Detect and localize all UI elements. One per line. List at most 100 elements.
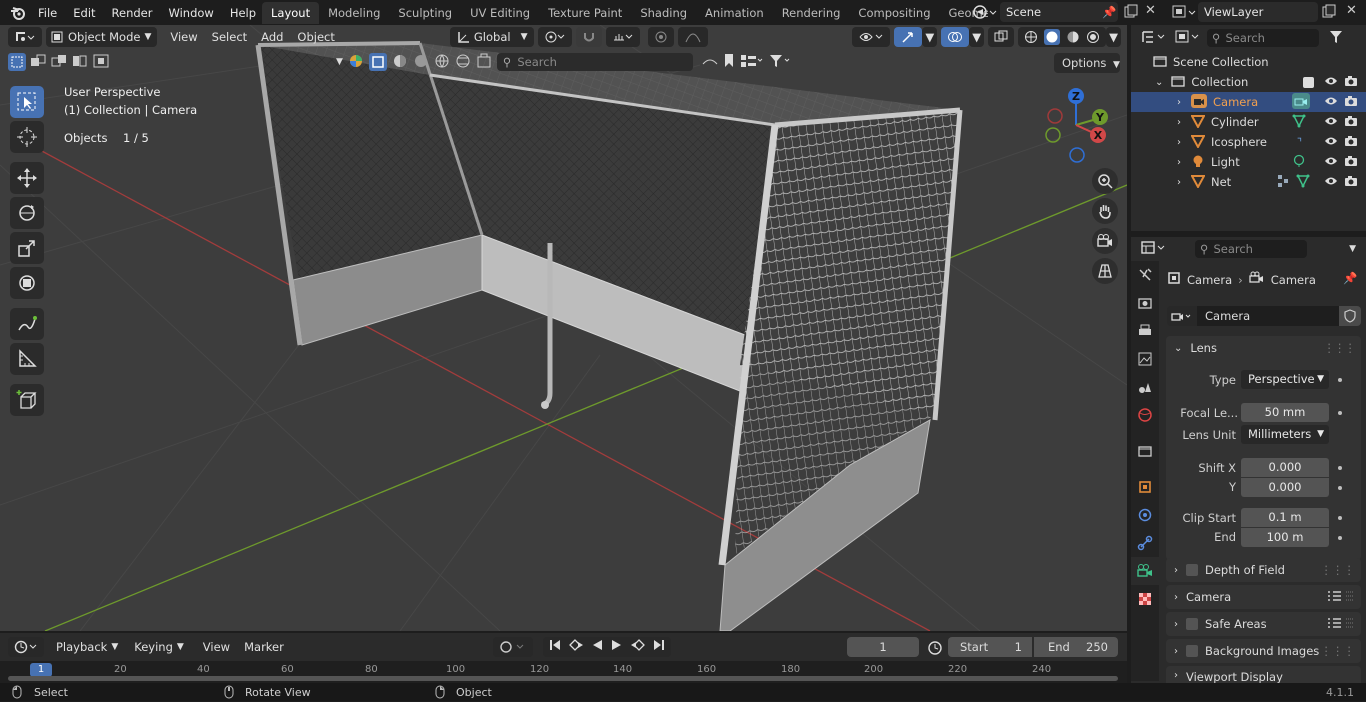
tab-layout[interactable]: Layout	[262, 2, 320, 24]
menu-window[interactable]: Window	[160, 6, 221, 20]
world-sphere-icon[interactable]	[434, 53, 450, 72]
viewport-menu-view[interactable]: View	[163, 30, 204, 44]
tab-scene[interactable]	[1131, 373, 1159, 401]
modifier-icon[interactable]: ⌝	[1297, 136, 1302, 149]
exclude-checkbox[interactable]	[1303, 76, 1314, 88]
view-layer-selector[interactable]: ViewLayer	[1198, 2, 1318, 22]
zoom-button[interactable]	[1092, 168, 1118, 194]
camera-datablock-selector[interactable]: Camera	[1167, 306, 1361, 326]
viewport-display-panel[interactable]: › Viewport Display	[1166, 666, 1361, 683]
xray-toggle[interactable]	[988, 27, 1015, 47]
delete-view-layer-icon[interactable]: ✕	[1346, 3, 1357, 18]
pivot-point-selector[interactable]	[537, 27, 572, 47]
frame-ruler[interactable]: 1 20 40 60 80 100 120 140 160 180 200 22…	[0, 661, 1127, 683]
select-mode-extend-icon[interactable]	[29, 52, 47, 73]
light-data-icon[interactable]	[1292, 154, 1306, 171]
cursor-tool[interactable]	[10, 121, 44, 153]
new-scene-icon[interactable]	[1124, 4, 1138, 21]
tab-collection[interactable]	[1131, 437, 1159, 465]
transform-tool[interactable]	[10, 267, 44, 299]
scene-selector[interactable]: Scene	[1000, 2, 1118, 22]
expand-arrow-icon[interactable]: ›	[1177, 97, 1181, 108]
overlays-menu[interactable]: ▼	[969, 27, 985, 47]
animate-property-icon[interactable]	[1338, 516, 1342, 520]
material-sphere-icon[interactable]	[413, 53, 429, 72]
fake-user-shield-icon[interactable]	[1339, 306, 1361, 326]
auto-keying-toggle[interactable]	[492, 637, 533, 657]
animate-property-icon[interactable]	[1338, 411, 1342, 415]
clip-end-field[interactable]: 100 m	[1241, 528, 1329, 547]
chevron-down-icon[interactable]: ▼	[1349, 244, 1356, 254]
timeline-scrollbar[interactable]	[8, 676, 1118, 681]
camera-data-browse-icon[interactable]	[1167, 306, 1197, 326]
viewport-menu-add[interactable]: Add	[254, 30, 290, 44]
pin-scene-icon[interactable]: 📌	[1102, 5, 1116, 19]
layout-toggle-icon[interactable]	[740, 54, 764, 71]
tab-compositing[interactable]: Compositing	[849, 2, 939, 24]
jump-to-keyframe-forward-icon[interactable]	[630, 637, 645, 657]
rendered-shading-icon[interactable]	[1086, 30, 1100, 44]
mode-selector[interactable]: Object Mode ▼	[46, 27, 158, 47]
end-frame-field[interactable]: End 250	[1034, 637, 1118, 657]
datablock-name[interactable]: Camera	[1197, 306, 1339, 326]
presets-list-icon[interactable]	[1327, 616, 1355, 633]
viewport-menu-object[interactable]: Object	[290, 30, 341, 44]
view-layer-icon[interactable]	[1172, 4, 1198, 23]
menu-render[interactable]: Render	[104, 6, 161, 20]
tab-physics[interactable]	[1131, 501, 1159, 529]
solid-shading-icon[interactable]	[1044, 29, 1061, 45]
tab-world[interactable]	[1131, 401, 1159, 429]
select-box-tool[interactable]	[10, 86, 44, 118]
outliner-item-icosphere[interactable]: › Icosphere ⌝	[1131, 132, 1366, 152]
tab-output[interactable]	[1131, 317, 1159, 345]
pan-button[interactable]	[1092, 198, 1118, 224]
camera-panel[interactable]: › Camera	[1166, 585, 1361, 609]
properties-editor-type-icon[interactable]	[1141, 240, 1169, 259]
select-mode-set-icon[interactable]	[8, 53, 26, 71]
tab-sculpting[interactable]: Sculpting	[389, 2, 461, 24]
background-images-panel[interactable]: › Background Images ⋮⋮⋮	[1166, 639, 1361, 663]
tab-rendering[interactable]: Rendering	[773, 2, 850, 24]
render-camera-icon[interactable]	[1344, 175, 1358, 190]
lens-unit-dropdown[interactable]: Millimeters ▼	[1241, 425, 1329, 444]
outliner-item-camera[interactable]: › Camera	[1131, 92, 1366, 112]
annotate-tool[interactable]	[10, 308, 44, 340]
mesh-data-icon[interactable]	[1296, 174, 1310, 191]
outliner-item-cylinder[interactable]: › Cylinder	[1131, 112, 1366, 132]
drag-handle-icon[interactable]: ⋮⋮⋮	[1321, 644, 1356, 658]
select-mode-intersect-icon[interactable]	[92, 52, 110, 73]
playhead-indicator[interactable]: 1	[30, 663, 52, 677]
texture-sphere-icon[interactable]	[455, 53, 471, 72]
editor-type-button[interactable]	[8, 27, 42, 47]
viewport-menu-select[interactable]: Select	[205, 30, 254, 44]
options-button[interactable]: Options ▼	[1054, 53, 1120, 73]
outliner-item-light[interactable]: › Light	[1131, 152, 1366, 172]
navigation-gizmo[interactable]: Z Y X	[1040, 85, 1120, 165]
camera-data-icon[interactable]	[1292, 92, 1310, 112]
play-reverse-icon[interactable]	[591, 637, 603, 657]
wireframe-shading-icon[interactable]	[1024, 30, 1038, 44]
timeline-editor-type-button[interactable]	[8, 637, 44, 657]
menu-help[interactable]: Help	[222, 6, 264, 20]
pin-icon[interactable]: 📌	[1343, 271, 1357, 285]
rotate-tool[interactable]	[10, 197, 44, 229]
enable-checkbox[interactable]	[1186, 645, 1198, 657]
new-view-layer-icon[interactable]	[1322, 4, 1336, 21]
tab-texture-paint[interactable]: Texture Paint	[539, 2, 631, 24]
tab-view-layer[interactable]	[1131, 345, 1159, 373]
outliner-scene-collection[interactable]: Scene Collection	[1131, 52, 1366, 72]
mesh-data-icon[interactable]	[1292, 114, 1306, 131]
expand-arrow-icon[interactable]: ›	[1177, 117, 1181, 128]
visibility-selector[interactable]	[852, 27, 891, 47]
restrict-select-icon[interactable]	[368, 53, 387, 71]
delete-scene-icon[interactable]: ✕	[1145, 3, 1156, 18]
tab-shading[interactable]: Shading	[631, 2, 696, 24]
shading-menu[interactable]: ▼	[1106, 27, 1121, 47]
viewport-search-field[interactable]: ⚲ Search	[496, 53, 693, 71]
blender-logo-icon[interactable]	[6, 6, 30, 20]
material-shading-icon[interactable]	[1066, 30, 1080, 44]
enable-checkbox[interactable]	[1186, 564, 1198, 576]
3d-viewport[interactable]: Object Mode ▼ View Select Add Object Glo…	[0, 25, 1127, 631]
tab-texture[interactable]	[1131, 585, 1159, 613]
jump-to-start-icon[interactable]	[549, 637, 561, 657]
